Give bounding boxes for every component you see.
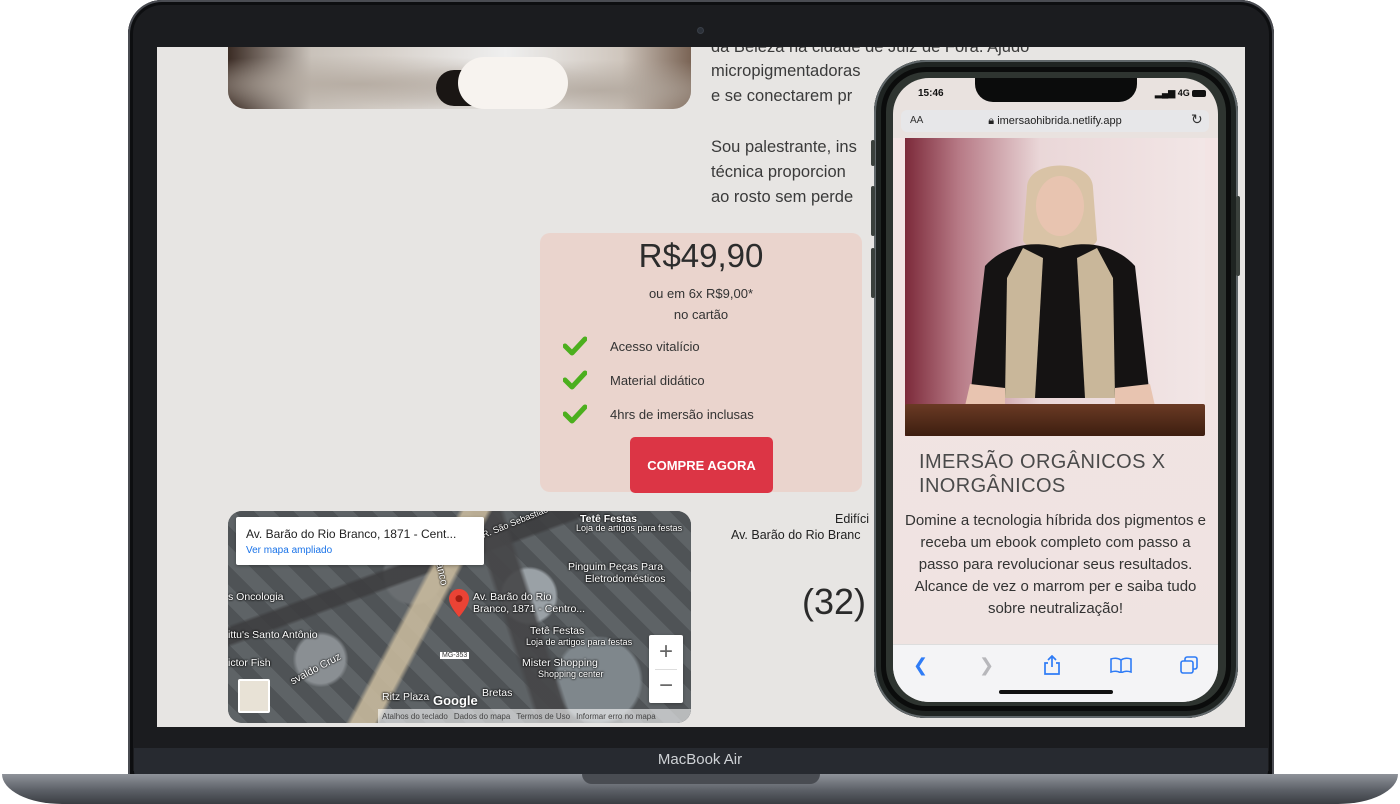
bio-line: técnica proporcion (711, 163, 846, 181)
phone-mute-switch (871, 140, 875, 166)
zoom-out-button[interactable]: − (649, 669, 683, 703)
map-address: Av. Barão do Rio Branco, 1871 - Cent... (246, 527, 457, 541)
map-label: Branco, 1871 - Centro... (473, 603, 586, 615)
map-label: Bretas (482, 687, 513, 699)
phone-page-content: IMERSÃO ORGÂNICOS X INORGÂNICOS Domine a… (893, 138, 1218, 644)
check-icon (560, 403, 590, 425)
safari-address-bar[interactable]: AA 🔒︎ imersaohibrida.netlify.app ↻ (901, 110, 1209, 132)
view-larger-map-link[interactable]: Ver mapa ampliado (246, 545, 332, 556)
share-icon[interactable] (1043, 655, 1061, 675)
map-label: Av. Barão do Rio (473, 591, 552, 603)
bio-line: ao rosto sem perde (711, 188, 854, 206)
feature-item: 4hrs de imersão inclusas (560, 401, 754, 427)
bio-line: e se conectarem pr (711, 87, 853, 105)
home-indicator (999, 690, 1113, 694)
map-data-link[interactable]: Dados do mapa (454, 712, 510, 721)
wooden-table (905, 404, 1205, 436)
bio-line: micropigmentadoras (711, 62, 861, 80)
map-label: Ritz Plaza (382, 691, 430, 703)
lock-icon: 🔒︎ (988, 115, 995, 127)
address-street: Av. Barão do Rio Branc (731, 528, 861, 542)
phone-volume-up (871, 186, 875, 236)
map-label: Loja de artigos para festas (526, 637, 633, 647)
terms-link[interactable]: Termos de Uso (516, 712, 570, 721)
back-icon[interactable]: ❮ (913, 655, 928, 676)
zoom-in-button[interactable]: + (649, 635, 683, 669)
phone-hero-photo (905, 138, 1205, 436)
tabs-icon[interactable] (1180, 656, 1198, 674)
check-icon (560, 369, 590, 391)
google-map[interactable]: Tetê Festas Loja de artigos para festas … (228, 511, 691, 723)
phone-volume-down (871, 248, 875, 298)
google-logo: Google (433, 693, 478, 708)
map-label: ittu's Santo Antônio (228, 629, 318, 641)
phone-notch (975, 78, 1137, 102)
map-label: ictor Fish (228, 657, 271, 669)
street-view-icon[interactable] (238, 679, 270, 713)
highway-shield: MG-353 (440, 652, 470, 659)
bio-line: Sou palestrante, ins (711, 138, 857, 156)
presenter-photo (965, 165, 1155, 406)
map-footer: Atalhos do teclado Dados do mapa Termos … (378, 709, 691, 723)
laptop-model-label: MacBook Air (657, 751, 743, 768)
report-error-link[interactable]: Informar erro no mapa (576, 712, 656, 721)
reload-icon[interactable]: ↻ (1191, 112, 1203, 128)
price: R$49,90 (638, 237, 764, 274)
map-label: Mister Shopping (522, 657, 598, 669)
installments-text: ou em 6x R$9,00* no cartão (648, 286, 754, 322)
feature-item: Acesso vitalício (560, 333, 700, 359)
status-time: 15:46 (918, 88, 944, 99)
battery-icon (1192, 90, 1207, 98)
signal-icon: ▂▄▆ (1155, 88, 1176, 98)
laptop-camera (697, 27, 704, 34)
phone-power-button (1236, 196, 1240, 276)
price-card: R$49,90 ou em 6x R$9,00* no cartão Acess… (540, 233, 862, 493)
phone-page-title: IMERSÃO ORGÂNICOS X INORGÂNICOS (919, 451, 1166, 497)
contact-phone: (32) (802, 581, 867, 622)
map-label: Eletrodomésticos (585, 573, 666, 585)
mockup-stage: da Beleza na cidade de Juiz de Fora. Aju… (0, 0, 1400, 804)
map-info-card: Av. Barão do Rio Branco, 1871 - Cent... … (236, 517, 484, 565)
phone-page-description: Domine a tecnologia híbrida dos pigmento… (904, 512, 1207, 617)
address-building: Edifíci (835, 512, 870, 526)
bookmarks-icon[interactable] (1110, 657, 1132, 673)
check-icon (560, 335, 590, 357)
feature-label: Acesso vitalício (610, 338, 700, 354)
feature-label: 4hrs de imersão inclusas (610, 406, 754, 422)
buy-now-button[interactable]: COMPRE AGORA (630, 437, 773, 493)
map-label: s Oncologia (228, 591, 284, 603)
status-signal: ▂▄▆ 4G (1155, 88, 1207, 99)
map-label: Tetê Festas (530, 625, 585, 637)
map-pin-icon[interactable] (449, 589, 469, 617)
feature-label: Material didático (610, 372, 705, 388)
laptop-hinge-notch (582, 774, 820, 784)
map-label: Pinguim Peças Para (568, 561, 664, 573)
feature-item: Material didático (560, 367, 705, 393)
keyboard-shortcuts-link[interactable]: Atalhos do teclado (382, 712, 448, 721)
map-label: Shopping center (538, 669, 604, 679)
map-label: Loja de artigos para festas (576, 523, 683, 533)
map-zoom-control: + − (649, 635, 683, 703)
phone-screen: 15:46 ▂▄▆ 4G AA 🔒︎ imersaohibrida.netlif… (893, 78, 1218, 702)
forward-icon[interactable]: ❯ (979, 655, 994, 676)
hero-photo (228, 47, 691, 109)
url-text: imersaohibrida.netlify.app (997, 115, 1122, 127)
